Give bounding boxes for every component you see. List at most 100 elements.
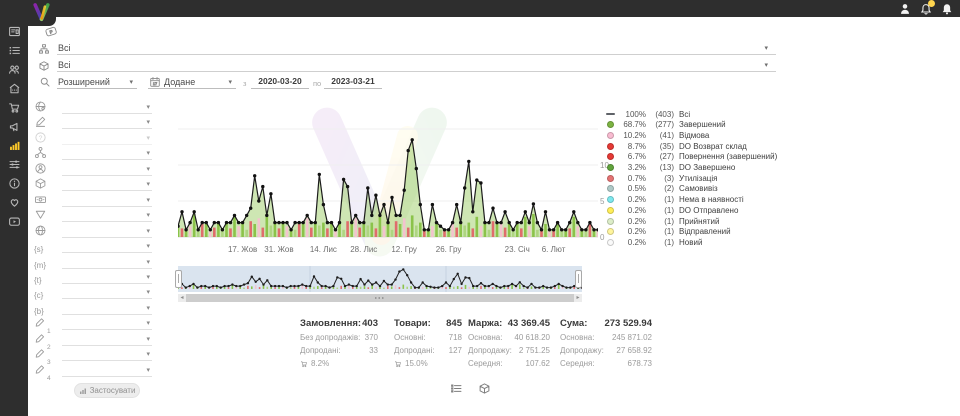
date-from-prefix: з: [243, 79, 246, 88]
product-filter-select[interactable]: Всі ▾: [57, 60, 776, 72]
stat-row-label: Основні:: [394, 333, 426, 342]
legend-item[interactable]: 0.2%(1)Прийнятий: [606, 216, 720, 226]
legend-label: Завершений: [679, 120, 726, 129]
sidebar-item-customers[interactable]: [0, 60, 28, 79]
legend-percent: 0.2%: [615, 227, 646, 236]
sidebar-item-settings[interactable]: [0, 155, 28, 174]
chevron-down-icon: ▾: [146, 367, 150, 374]
filter-row-7: ▾: [34, 193, 155, 207]
legend-item[interactable]: 0.2%(1)DO Отправлено: [606, 205, 738, 215]
filter-select-18[interactable]: ▾: [62, 363, 152, 377]
legend-label: Новий: [679, 238, 702, 247]
legend-item[interactable]: 8.7%(35)DO Возврат склад: [606, 141, 747, 151]
date-to-input[interactable]: 2023-03-21: [324, 76, 382, 89]
scroll-left-arrow[interactable]: ◂: [178, 294, 186, 302]
filter-select-10[interactable]: ▾: [62, 239, 152, 253]
apply-button[interactable]: Застосувати: [74, 383, 140, 398]
braces-icon: {t}: [34, 270, 47, 283]
filter-select-11[interactable]: ▾: [62, 255, 152, 269]
search-mode-select[interactable]: Розширений ▾: [57, 77, 137, 89]
legend-item[interactable]: 10.2%(41)Відмова: [606, 130, 709, 140]
legend-count: (403): [646, 110, 674, 119]
filter-select-9[interactable]: ▾: [62, 224, 152, 238]
summary-list-button[interactable]: [450, 382, 463, 395]
filter-select-3[interactable]: ▾: [62, 131, 152, 145]
legend-item[interactable]: 3.2%(13)DO Завершено: [606, 163, 735, 173]
filter-row-14: {b}▾: [34, 301, 155, 315]
sidebar-item-purchases[interactable]: [0, 98, 28, 117]
search-icon[interactable]: [39, 75, 51, 93]
stat-row-label: Основна:: [560, 333, 594, 342]
legend-item[interactable]: 0.5%(2)Самовивіз: [606, 184, 718, 194]
alerts-button[interactable]: [940, 2, 954, 16]
globe-icon: [34, 224, 47, 237]
legend-count: (13): [646, 163, 674, 172]
dashboard-icon: [8, 25, 21, 38]
summary-products-button[interactable]: [478, 382, 491, 395]
sidebar-item-orders[interactable]: [0, 41, 28, 60]
filter-select-14[interactable]: ▾: [62, 301, 152, 315]
filter-select-13[interactable]: ▾: [62, 285, 152, 299]
legend-percent: 100%: [615, 110, 646, 119]
filter-select-1[interactable]: ▾: [62, 100, 152, 114]
notifications-button[interactable]: [919, 2, 933, 16]
navigator-right-handle[interactable]: [575, 270, 582, 288]
stat-row-value: 33: [369, 346, 378, 355]
stat-row-label: Допродані:: [394, 346, 435, 355]
legend-item[interactable]: 68.7%(277)Завершений: [606, 120, 726, 130]
navigator-chart[interactable]: [178, 266, 582, 292]
sidebar-item-support[interactable]: [0, 193, 28, 212]
chevron-down-icon: ▾: [146, 150, 150, 157]
filter-select-8[interactable]: ▾: [62, 208, 152, 222]
sidebar-item-analytics[interactable]: [0, 136, 28, 155]
stat-group-2: Товари:845Основні:718Допродані:12715.0%: [394, 318, 462, 368]
sidebar-item-info[interactable]: [0, 174, 28, 193]
analytics-icon: [8, 139, 21, 152]
video-icon: [8, 215, 21, 228]
status-filter-value: Всі: [58, 43, 71, 53]
sidebar-item-tutorials[interactable]: [0, 212, 28, 231]
filter-select-16[interactable]: ▾: [62, 332, 152, 346]
chart-icon: [79, 387, 87, 395]
sidebar-item-marketing[interactable]: [0, 117, 28, 136]
filter-row-18: 4▾: [34, 363, 155, 377]
filter-select-2[interactable]: ▾: [62, 115, 152, 129]
filter-select-5[interactable]: ▾: [62, 162, 152, 176]
legend-percent: 0.2%: [615, 217, 646, 226]
scroll-right-arrow[interactable]: ▸: [574, 294, 582, 302]
filter-select-17[interactable]: ▾: [62, 347, 152, 361]
legend-label: Повернення (завершений): [679, 152, 777, 161]
filter-select-4[interactable]: ▾: [62, 146, 152, 160]
legend-percent: 0.2%: [615, 206, 646, 215]
filter-row-5: ▾: [34, 162, 155, 176]
date-from-input[interactable]: 2020-03-20: [251, 76, 309, 89]
stat-rate-value: 15.0%: [405, 359, 428, 368]
legend-item[interactable]: 0.7%(3)Утилізація: [606, 173, 717, 183]
chevron-down-icon: ▾: [228, 79, 232, 86]
legend-item[interactable]: 6.7%(27)Повернення (завершений): [606, 152, 777, 162]
navigator-plot: [178, 266, 582, 292]
stat-row-value: 718: [449, 333, 462, 342]
sidebar-item-store[interactable]: [0, 79, 28, 98]
sliders-icon: [8, 158, 21, 171]
navigator-left-handle[interactable]: [175, 270, 182, 288]
legend-dot-marker: [606, 218, 615, 225]
legend-item[interactable]: 0.2%(1)Нема в наявності: [606, 195, 744, 205]
cart-icon: [394, 360, 402, 368]
legend-item[interactable]: 0.2%(1)Відправлений: [606, 227, 731, 237]
filter-row-9: ▾: [34, 224, 155, 238]
app-logo-icon[interactable]: [31, 2, 52, 23]
user-menu-button[interactable]: [898, 2, 912, 16]
filter-select-7[interactable]: ▾: [62, 193, 152, 207]
filter-select-12[interactable]: ▾: [62, 270, 152, 284]
filter-select-6[interactable]: ▾: [62, 177, 152, 191]
stat-row-label: Середня:: [560, 359, 595, 368]
legend-item[interactable]: 0.2%(1)Новий: [606, 237, 702, 247]
legend-percent: 6.7%: [615, 152, 646, 161]
stat-group-3: Маржа:43 369.45Основна:40 618.20Допродаж…: [468, 318, 550, 368]
legend-item[interactable]: 100%(403)Всі: [606, 109, 690, 119]
status-filter-select[interactable]: Всі ▾: [57, 43, 776, 55]
filter-select-15[interactable]: ▾: [62, 316, 152, 330]
date-field-select[interactable]: Додане ▾: [148, 77, 236, 89]
scrollbar-thumb[interactable]: [186, 294, 574, 302]
